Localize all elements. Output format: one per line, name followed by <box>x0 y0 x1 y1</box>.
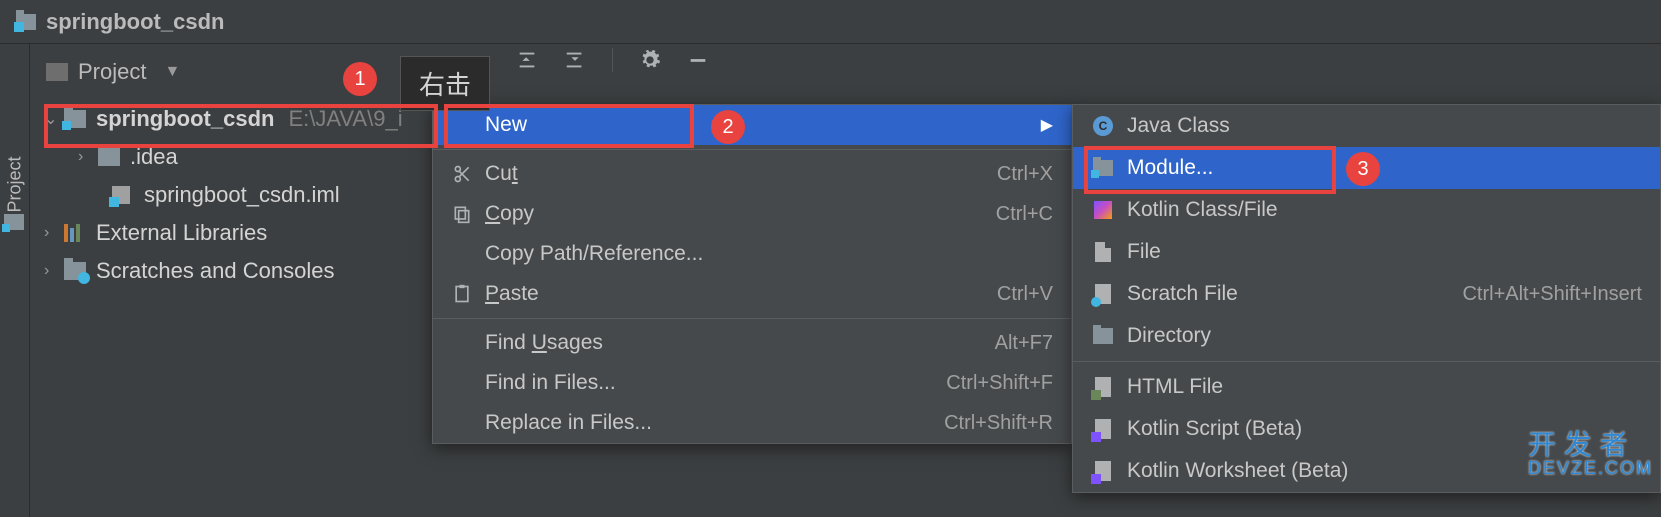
menu-item-shortcut: Ctrl+X <box>997 163 1053 186</box>
expander-down-icon[interactable]: ⌄ <box>44 109 64 129</box>
project-folder-icon <box>16 14 36 30</box>
project-tool-window-tab[interactable]: Project <box>0 44 30 517</box>
sidebar-tab-icon <box>4 214 24 230</box>
submenu-item-html-file[interactable]: HTML File <box>1073 366 1660 408</box>
collapse-all-icon[interactable] <box>564 49 586 71</box>
menu-item-label: Find Usages <box>485 331 603 355</box>
menu-separator <box>433 149 1071 150</box>
hide-icon[interactable] <box>687 49 709 71</box>
menu-item-paste[interactable]: Paste Ctrl+V <box>433 274 1071 314</box>
menu-item-label: Find in Files... <box>485 371 616 395</box>
menu-item-label: Java Class <box>1127 114 1230 138</box>
menu-item-label: Paste <box>485 282 539 306</box>
toolbar-separator <box>612 48 613 72</box>
java-class-icon: C <box>1091 115 1115 137</box>
kotlin-worksheet-icon <box>1091 460 1115 482</box>
menu-item-shortcut: Ctrl+Shift+F <box>946 372 1053 395</box>
directory-icon <box>1091 325 1115 347</box>
project-panel-toolbar <box>516 48 709 72</box>
expand-all-icon[interactable] <box>516 49 538 71</box>
menu-item-label: Scratch File <box>1127 282 1238 306</box>
menu-item-label: Copy Path/Reference... <box>485 242 703 266</box>
file-icon <box>1091 241 1115 263</box>
scratches-icon <box>64 262 86 280</box>
watermark-line1: 开 发 者 <box>1528 431 1653 459</box>
submenu-arrow-icon: ▶ <box>1041 115 1053 135</box>
expander-right-icon[interactable]: › <box>44 224 64 242</box>
cut-icon <box>451 163 473 185</box>
kotlin-script-icon <box>1091 418 1115 440</box>
expander-right-icon[interactable]: › <box>44 262 64 280</box>
menu-item-label: Module... <box>1127 156 1213 180</box>
menu-separator <box>1073 361 1660 362</box>
menu-item-new[interactable]: New ▶ <box>433 105 1071 145</box>
html-file-icon <box>1091 376 1115 398</box>
menu-item-copy[interactable]: Copy Ctrl+C <box>433 194 1071 234</box>
project-view-icon <box>46 63 68 81</box>
menu-item-find-usages[interactable]: Find Usages Alt+F7 <box>433 323 1071 363</box>
iml-file-icon <box>112 186 134 204</box>
menu-item-shortcut: Ctrl+V <box>997 283 1053 306</box>
expander-right-icon[interactable]: › <box>78 148 98 166</box>
annotation-marker-3: 3 <box>1346 152 1380 186</box>
gear-icon[interactable] <box>639 49 661 71</box>
tree-node-label: External Libraries <box>96 220 267 246</box>
project-panel-header: Project ▼ <box>0 44 1661 100</box>
chevron-down-icon: ▼ <box>164 63 180 81</box>
menu-item-label: Kotlin Script (Beta) <box>1127 417 1302 441</box>
menu-item-label: Copy <box>485 202 534 226</box>
paste-icon <box>451 283 473 305</box>
menu-item-replace-in-files[interactable]: Replace in Files... Ctrl+Shift+R <box>433 403 1071 443</box>
tree-node-label: Scratches and Consoles <box>96 258 334 284</box>
tree-root-path: E:\JAVA\9_i <box>288 106 402 132</box>
kotlin-file-icon <box>1091 199 1115 221</box>
menu-item-label: Kotlin Worksheet (Beta) <box>1127 459 1348 483</box>
annotation-tooltip: 右击 <box>400 56 490 111</box>
menu-item-label: New <box>485 113 527 137</box>
menu-item-label: File <box>1127 240 1161 264</box>
folder-icon <box>98 148 120 166</box>
module-icon <box>1091 157 1115 179</box>
menu-item-label: Directory <box>1127 324 1211 348</box>
tree-node-label: springboot_csdn.iml <box>144 182 340 208</box>
annotation-marker-2: 2 <box>711 110 745 144</box>
external-libraries-icon <box>64 224 86 242</box>
menu-item-shortcut: Ctrl+Shift+R <box>944 412 1053 435</box>
module-folder-icon <box>64 110 86 128</box>
menu-item-shortcut: Ctrl+C <box>996 203 1053 226</box>
tree-root-label: springboot_csdn <box>96 106 274 132</box>
submenu-item-file[interactable]: File <box>1073 231 1660 273</box>
menu-item-cut[interactable]: Cut Ctrl+X <box>433 154 1071 194</box>
menu-item-label: Kotlin Class/File <box>1127 198 1278 222</box>
menu-item-copy-path[interactable]: Copy Path/Reference... <box>433 234 1071 274</box>
copy-icon <box>451 203 473 225</box>
menu-item-shortcut: Ctrl+Alt+Shift+Insert <box>1462 283 1642 306</box>
window-title: springboot_csdn <box>46 9 224 35</box>
menu-item-label: Replace in Files... <box>485 411 652 435</box>
annotation-marker-1: 1 <box>343 62 377 96</box>
menu-item-label: Cut <box>485 162 518 186</box>
watermark: 开 发 者 DEVZE.COM <box>1528 431 1653 477</box>
menu-separator <box>433 318 1071 319</box>
menu-item-label: HTML File <box>1127 375 1223 399</box>
watermark-line2: DEVZE.COM <box>1528 459 1653 477</box>
menu-item-shortcut: Alt+F7 <box>995 332 1053 355</box>
project-view-selector[interactable]: Project ▼ <box>46 59 180 85</box>
project-view-label: Project <box>78 59 146 85</box>
menu-item-find-in-files[interactable]: Find in Files... Ctrl+Shift+F <box>433 363 1071 403</box>
submenu-item-scratch-file[interactable]: Scratch File Ctrl+Alt+Shift+Insert <box>1073 273 1660 315</box>
submenu-item-java-class[interactable]: C Java Class <box>1073 105 1660 147</box>
context-menu: New ▶ Cut Ctrl+X Copy Ctrl+C Copy Path/R… <box>432 104 1072 444</box>
sidebar-tab-label: Project <box>4 156 25 212</box>
scratch-file-icon <box>1091 283 1115 305</box>
submenu-item-kotlin-class[interactable]: Kotlin Class/File <box>1073 189 1660 231</box>
submenu-item-directory[interactable]: Directory <box>1073 315 1660 357</box>
tree-node-label: .idea <box>130 144 178 170</box>
window-titlebar: springboot_csdn <box>0 0 1661 44</box>
